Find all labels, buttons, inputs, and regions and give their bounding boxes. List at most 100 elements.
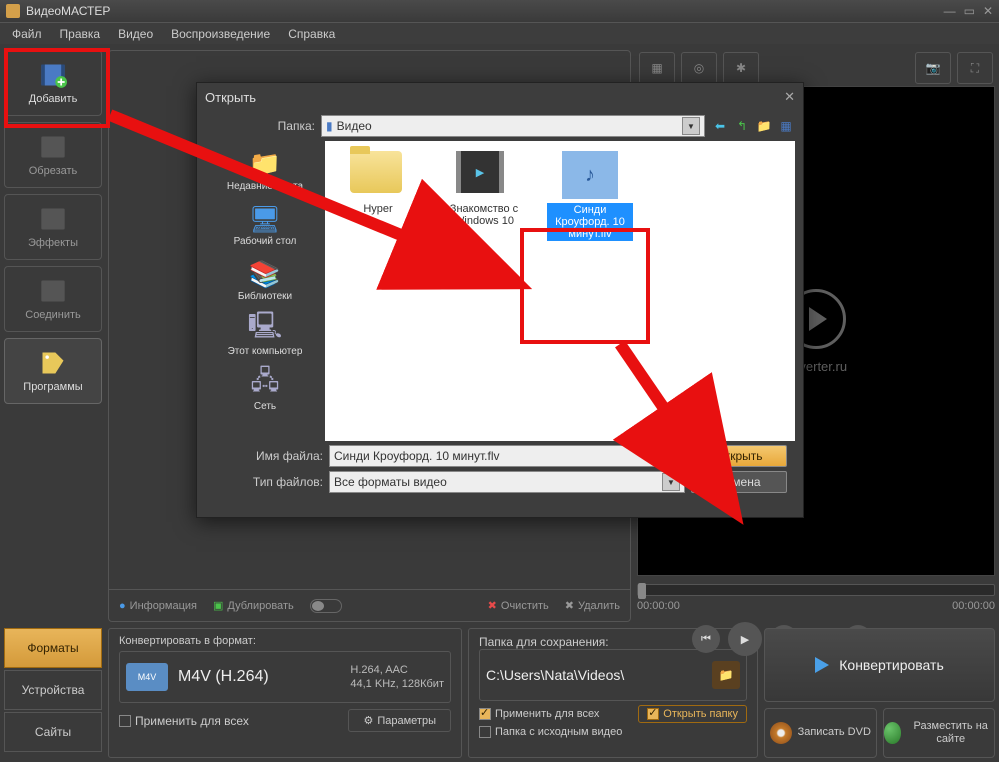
folder-header: Папка для сохранения: [479, 635, 747, 649]
globe-icon [884, 722, 902, 744]
chevron-down-icon: ▼ [662, 447, 680, 465]
app-icon [6, 4, 20, 18]
close-button[interactable]: ✕ [983, 4, 993, 18]
places-sidebar: 📁Недавние места 🖥Рабочий стол 📚Библиотек… [205, 141, 325, 441]
file-item-selected[interactable]: Синди Кроуфорд. 10 минут.flv [547, 151, 633, 241]
toggle-switch[interactable] [310, 599, 342, 613]
gear-icon: ⚙ [363, 714, 373, 727]
duplicate-button[interactable]: ▣Дублировать [213, 599, 294, 612]
tab-devices[interactable]: Устройства [4, 670, 102, 710]
menu-help[interactable]: Справка [280, 25, 343, 43]
video-file-icon [562, 151, 618, 199]
format-codec: H.264, AAC [350, 663, 444, 677]
place-computer[interactable]: 🖳Этот компьютер [209, 310, 321, 365]
maximize-button[interactable]: ▭ [964, 4, 975, 18]
apply-all-folder-checkbox[interactable]: Применить для всех [479, 708, 599, 720]
timeline-bar[interactable] [637, 584, 995, 596]
filetype-label: Тип файлов: [213, 475, 323, 489]
apply-all-checkbox[interactable]: Применить для всех [119, 714, 249, 728]
content-toolbar: ●Информация ▣Дублировать ✖Очистить ✖Удал… [109, 589, 630, 621]
place-network[interactable]: 🖧Сеть [209, 365, 321, 420]
format-name: M4V (H.264) [178, 668, 269, 686]
film-add-icon [39, 61, 67, 89]
video-icon: ▶ [456, 151, 504, 193]
nav-up-icon[interactable]: ↰ [733, 117, 751, 135]
tag-icon [39, 349, 67, 377]
menu-playback[interactable]: Воспроизведение [163, 25, 278, 43]
source-folder-checkbox[interactable]: Папка с исходным видео [479, 726, 622, 738]
place-recent[interactable]: 📁Недавние места [209, 145, 321, 200]
preview-btn-camera[interactable]: 📷 [915, 52, 951, 84]
tab-sites[interactable]: Сайты [4, 712, 102, 752]
timeline: 00:00:00 00:00:00 [637, 584, 995, 612]
sidebar-item-join[interactable]: Соединить [4, 266, 102, 332]
filetype-select[interactable]: Все форматы видео▼ [329, 471, 685, 493]
preview-btn-3[interactable]: ✱ [723, 52, 759, 84]
folder-icon: 📁 [719, 668, 734, 682]
sidebar-label: Программы [23, 381, 82, 393]
file-item-folder[interactable]: Hyper [335, 151, 421, 215]
titlebar: ВидеоМАСТЕР — ▭ ✕ [0, 0, 999, 22]
menu-edit[interactable]: Правка [52, 25, 109, 43]
bottom-panel: Форматы Устройства Сайты Конвертировать … [4, 628, 995, 758]
minimize-button[interactable]: — [944, 4, 956, 18]
nav-back-icon[interactable]: ⬅ [711, 117, 729, 135]
format-box: Конвертировать в формат: M4V M4V (H.264)… [108, 628, 462, 758]
dialog-close-button[interactable]: ✕ [784, 89, 795, 105]
arrow-icon [815, 657, 829, 673]
open-dialog: Открыть ✕ Папка: ▮ Видео ▼ ⬅ ↰ 📁 ▦ 📁Неда… [196, 82, 804, 518]
open-folder-button[interactable]: Открыть папку [638, 705, 747, 723]
nav-view-icon[interactable]: ▦ [777, 117, 795, 135]
sidebar-label: Добавить [29, 93, 78, 105]
sidebar-item-add[interactable]: Добавить [4, 50, 102, 116]
params-button[interactable]: ⚙Параметры [348, 709, 451, 732]
preview-btn-2[interactable]: ◎ [681, 52, 717, 84]
folder-label: Папка: [205, 119, 315, 133]
time-end: 00:00:00 [952, 600, 995, 612]
dialog-open-button[interactable]: Открыть [691, 445, 787, 467]
dialog-title: Открыть [205, 90, 256, 105]
preview-btn-fullscreen[interactable]: ⛶ [957, 52, 993, 84]
nav-newfolder-icon[interactable]: 📁 [755, 117, 773, 135]
output-path: C:\Users\Nata\Videos\ [486, 667, 708, 683]
file-item-video[interactable]: ▶ Знакомство с Windows 10 [441, 151, 527, 227]
publish-button[interactable]: Разместить на сайте [883, 708, 996, 758]
menu-video[interactable]: Видео [110, 25, 161, 43]
preview-btn-1[interactable]: ▦ [639, 52, 675, 84]
sidebar-item-effects[interactable]: Эффекты [4, 194, 102, 260]
tab-formats[interactable]: Форматы [4, 628, 102, 668]
disc-icon [770, 722, 792, 744]
film-effects-icon [39, 205, 67, 233]
burn-dvd-button[interactable]: Записать DVD [764, 708, 877, 758]
folder-icon [350, 151, 402, 193]
place-libraries[interactable]: 📚Библиотеки [209, 255, 321, 310]
filename-label: Имя файла: [213, 449, 323, 463]
sidebar-label: Обрезать [29, 165, 78, 177]
folder-icon: ▮ [326, 119, 333, 133]
delete-button[interactable]: ✖Удалить [565, 599, 620, 612]
format-selector[interactable]: M4V M4V (H.264) H.264, AAC 44,1 KHz, 128… [119, 651, 451, 703]
dialog-cancel-button[interactable]: Отмена [691, 471, 787, 493]
timeline-handle[interactable] [638, 583, 646, 599]
sidebar-label: Соединить [25, 309, 81, 321]
files-area[interactable]: Hyper ▶ Знакомство с Windows 10 Синди Кр… [325, 141, 795, 441]
app-title: ВидеоМАСТЕР [26, 4, 944, 18]
sidebar-item-programs[interactable]: Программы [4, 338, 102, 404]
place-desktop[interactable]: 🖥Рабочий стол [209, 200, 321, 255]
info-button[interactable]: ●Информация [119, 600, 197, 612]
time-start: 00:00:00 [637, 600, 680, 612]
chevron-down-icon: ▼ [662, 473, 680, 491]
format-audio: 44,1 KHz, 128Кбит [350, 677, 444, 691]
browse-folder-button[interactable]: 📁 [712, 661, 740, 689]
menu-file[interactable]: Файл [4, 25, 50, 43]
folder-dropdown[interactable]: ▮ Видео ▼ [321, 115, 705, 137]
folder-box: Папка для сохранения: C:\Users\Nata\Vide… [468, 628, 758, 758]
sidebar: Добавить Обрезать Эффекты Соединить Прог… [4, 50, 104, 410]
format-header: Конвертировать в формат: [119, 635, 451, 647]
menubar: Файл Правка Видео Воспроизведение Справк… [0, 22, 999, 44]
filename-input[interactable]: Синди Кроуфорд. 10 минут.flv▼ [329, 445, 685, 467]
sidebar-item-cut[interactable]: Обрезать [4, 122, 102, 188]
convert-button[interactable]: Конвертировать [764, 628, 995, 702]
clear-button[interactable]: ✖Очистить [488, 599, 549, 612]
film-join-icon [39, 277, 67, 305]
